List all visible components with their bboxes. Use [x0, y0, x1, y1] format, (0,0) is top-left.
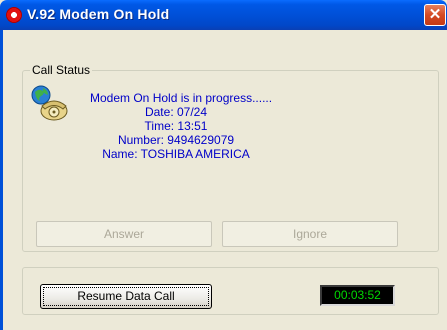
call-status-details: Modem On Hold is in progress...... Date:…	[90, 91, 273, 161]
call-time: Time: 13:51	[144, 119, 208, 133]
title-bar[interactable]: V.92 Modem On Hold ✕	[0, 0, 447, 30]
modem-on-hold-window: V.92 Modem On Hold ✕ Call Status Modem O…	[0, 0, 447, 330]
ignore-button[interactable]: Ignore	[222, 221, 398, 247]
app-icon	[6, 7, 22, 23]
caller-name: Name: TOSHIBA AMERICA	[102, 147, 250, 161]
answer-button[interactable]: Answer	[36, 221, 212, 247]
close-icon: ✕	[428, 6, 442, 23]
call-status-label: Call Status	[30, 63, 93, 77]
window-title: V.92 Modem On Hold	[27, 6, 170, 22]
hold-timer: 00:03:52	[320, 285, 395, 306]
caller-number: Number: 9494629079	[117, 133, 235, 147]
progress-text: Modem On Hold is in progress......	[90, 91, 273, 105]
resume-data-call-button[interactable]: Resume Data Call	[40, 284, 212, 309]
close-button[interactable]: ✕	[424, 4, 446, 26]
phone-globe-icon	[31, 85, 68, 121]
call-date: Date: 07/24	[144, 105, 208, 119]
